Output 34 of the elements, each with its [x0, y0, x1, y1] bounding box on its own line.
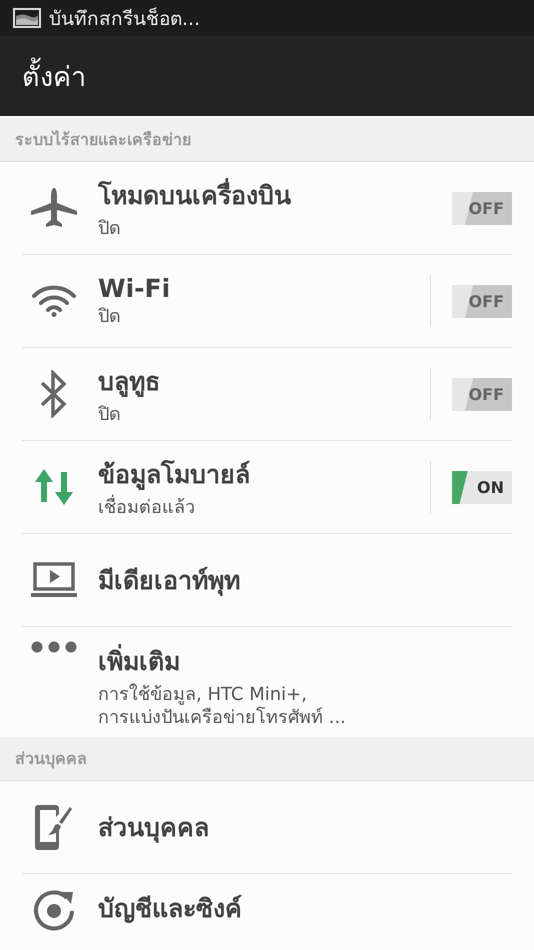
settings-item[interactable]: เพิ่มเติม การใช้ข้อมูล, HTC Mini+, การแบ่งปันเครือข่ายโทรศัพท์ ...	[22, 627, 512, 737]
settings-item[interactable]: ข้อมูลโมบายล์ เชื่อมต่อแล้ว ON	[22, 441, 512, 534]
item-title: Wi-Fi	[98, 274, 172, 303]
item-title: บัญชีและซิงค์	[98, 893, 243, 925]
settings-item[interactable]: บลูทูธ ปิด OFF	[22, 348, 512, 441]
phone-brush-icon	[34, 804, 74, 850]
screen-title: ตั้งค่า	[22, 54, 86, 98]
item-title: โหมดบนเครื่องบิน	[98, 175, 452, 216]
item-title: ส่วนบุคคล	[98, 812, 210, 845]
item-subtitle: ปิด	[98, 404, 122, 427]
transfer-arrows-icon	[33, 469, 75, 505]
image-icon	[13, 8, 41, 28]
settings-item[interactable]: ส่วนบุคคล	[22, 781, 512, 874]
airplane-icon	[30, 188, 78, 228]
settings-item[interactable]: มีเดียเอาท์พุท	[22, 534, 512, 627]
wifi-icon	[31, 285, 77, 317]
toggle-switch[interactable]: ON	[452, 470, 512, 504]
settings-item[interactable]: Wi-Fi ปิด OFF	[22, 255, 512, 348]
settings-item[interactable]: โหมดบนเครื่องบิน ปิด OFF	[22, 162, 512, 255]
item-title: ข้อมูลโมบายล์	[98, 458, 251, 492]
screen-play-icon	[31, 562, 77, 598]
item-subtitle: ปิด	[98, 306, 122, 328]
more-icon	[31, 641, 77, 653]
item-title: บลูทูธ	[98, 366, 161, 399]
item-title: เพิ่มเติม	[98, 641, 512, 681]
item-subtitle: เชื่อมต่อแล้ว	[98, 497, 430, 520]
section-title: ระบบไร้สายและเครือข่าย	[15, 129, 191, 151]
settings-item[interactable]: บัญชีและซิงค์	[22, 874, 512, 950]
item-title: มีเดียเอาท์พุท	[98, 565, 241, 598]
bluetooth-icon	[40, 370, 68, 418]
item-subtitle: ปิด	[98, 218, 122, 241]
item-subtitle: การใช้ข้อมูล, HTC Mini+, การแบ่งปันเครือข่ายโทรศัพท์ ...	[98, 684, 347, 729]
section-title: ส่วนบุคคล	[15, 748, 87, 770]
notification-text: บันทึกสกรีนช็อต...	[49, 6, 200, 32]
